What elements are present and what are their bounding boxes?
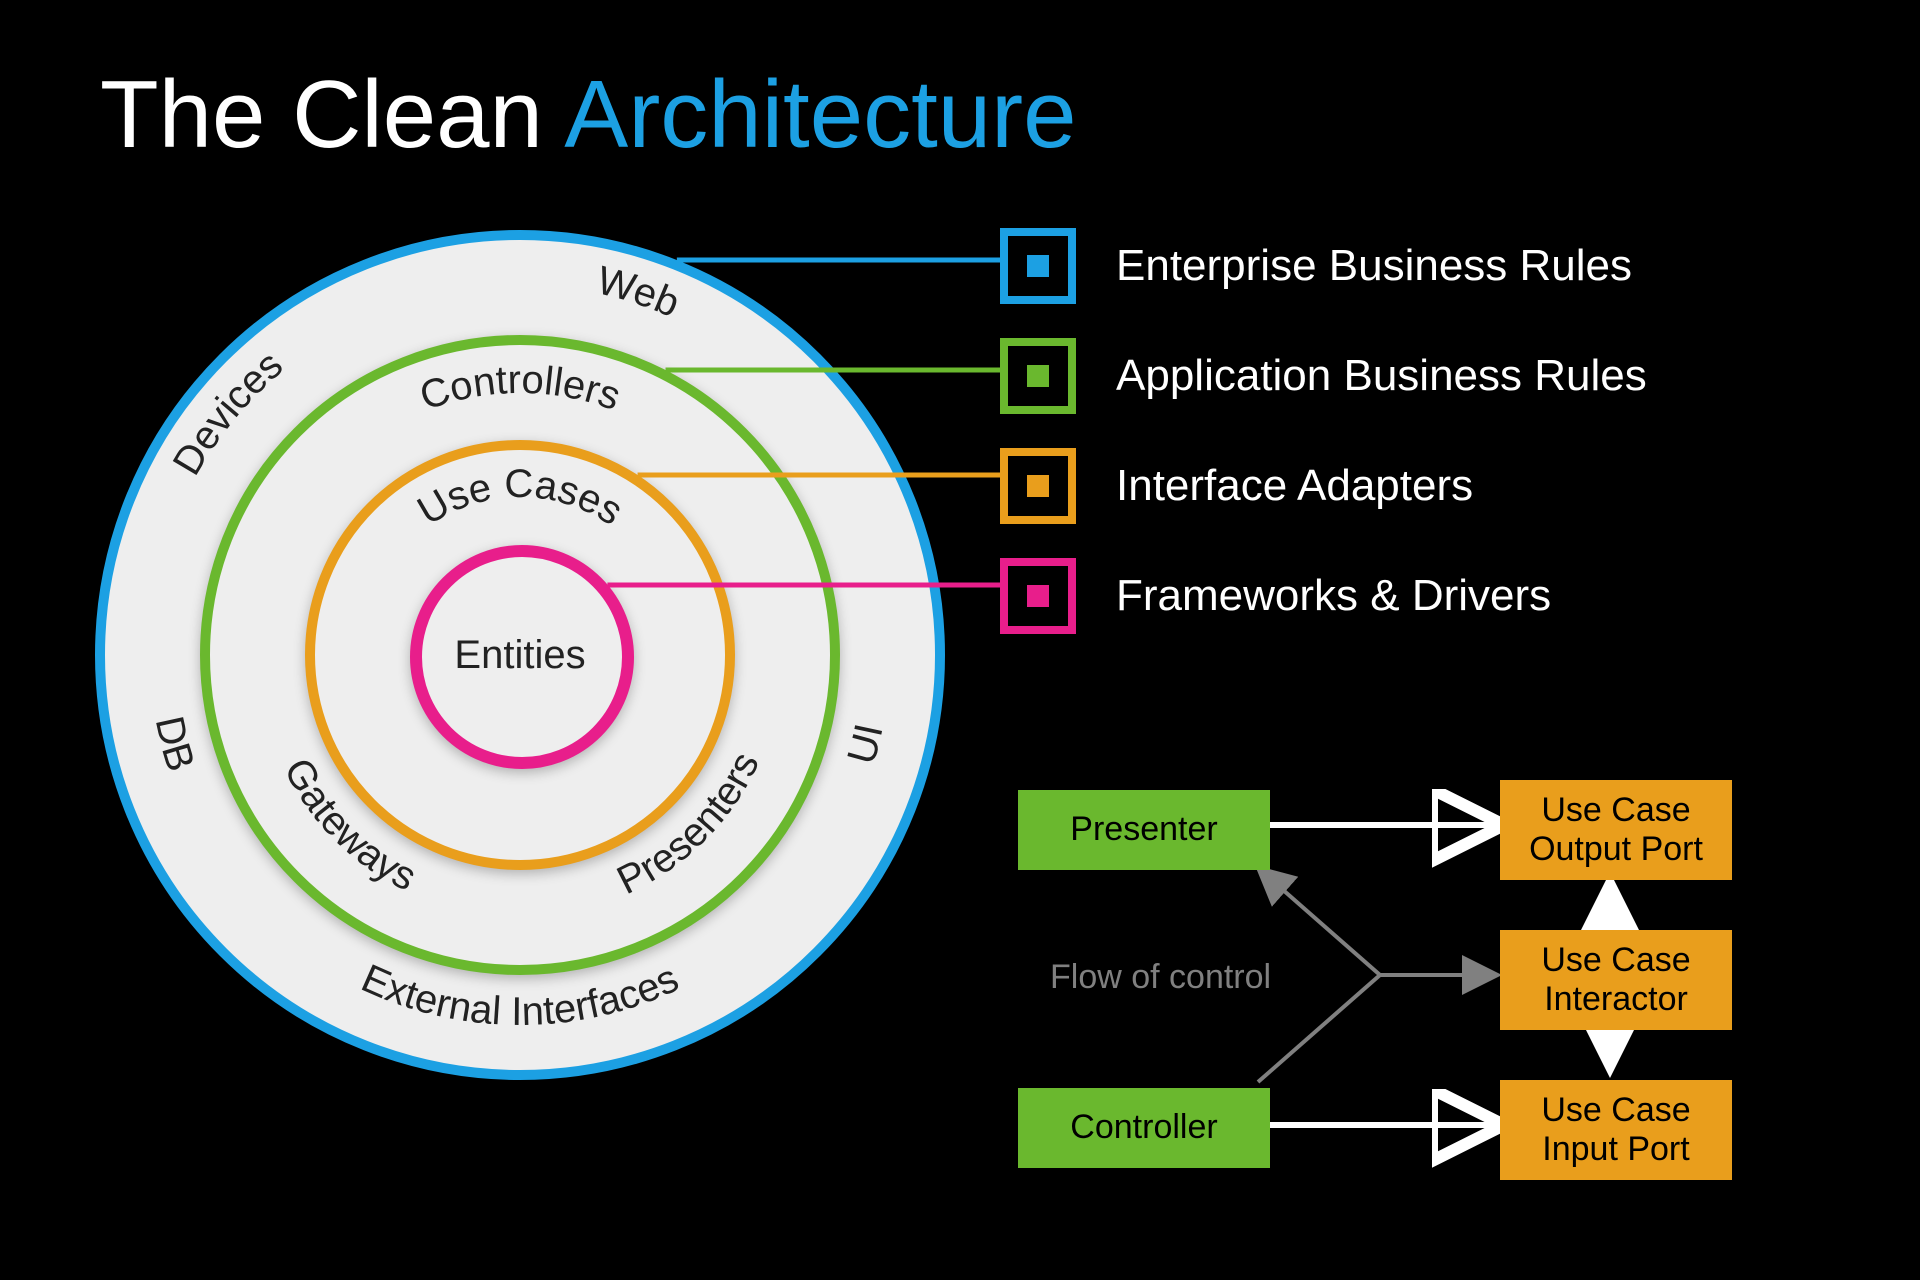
box-interactor: Use CaseInteractor xyxy=(1500,930,1732,1030)
legend-item-application-rules: Application Business Rules xyxy=(1000,338,1860,414)
legend-label: Interface Adapters xyxy=(1116,461,1473,511)
legend-item-frameworks-drivers: Frameworks & Drivers xyxy=(1000,558,1860,634)
legend-label: Enterprise Business Rules xyxy=(1116,241,1632,291)
ring-enterprise-rules xyxy=(410,545,634,769)
box-controller: Controller xyxy=(1018,1088,1270,1168)
box-output-port: Use CaseOutput Port xyxy=(1500,780,1732,880)
title-part1: The Clean xyxy=(100,61,564,168)
legend-swatch-icon xyxy=(1000,338,1076,414)
legend-item-interface-adapters: Interface Adapters xyxy=(1000,448,1860,524)
flow-of-control-label: Flow of control xyxy=(1050,958,1271,997)
title-part2: Architecture xyxy=(564,61,1076,168)
page-title: The Clean Architecture xyxy=(100,60,1077,170)
legend-label: Frameworks & Drivers xyxy=(1116,571,1551,621)
box-input-port: Use CaseInput Port xyxy=(1500,1080,1732,1180)
legend-label: Application Business Rules xyxy=(1116,351,1647,401)
arrow-flow-from-controller xyxy=(1258,975,1380,1082)
legend-item-enterprise-rules: Enterprise Business Rules xyxy=(1000,228,1860,304)
legend-swatch-icon xyxy=(1000,228,1076,304)
arrow-flow-to-presenter xyxy=(1258,868,1380,975)
legend-swatch-icon xyxy=(1000,558,1076,634)
architecture-rings xyxy=(95,230,925,1060)
box-presenter: Presenter xyxy=(1018,790,1270,870)
flow-of-control-diagram: Presenter Controller Use CaseOutput Port… xyxy=(1000,770,1780,1190)
legend-swatch-icon xyxy=(1000,448,1076,524)
